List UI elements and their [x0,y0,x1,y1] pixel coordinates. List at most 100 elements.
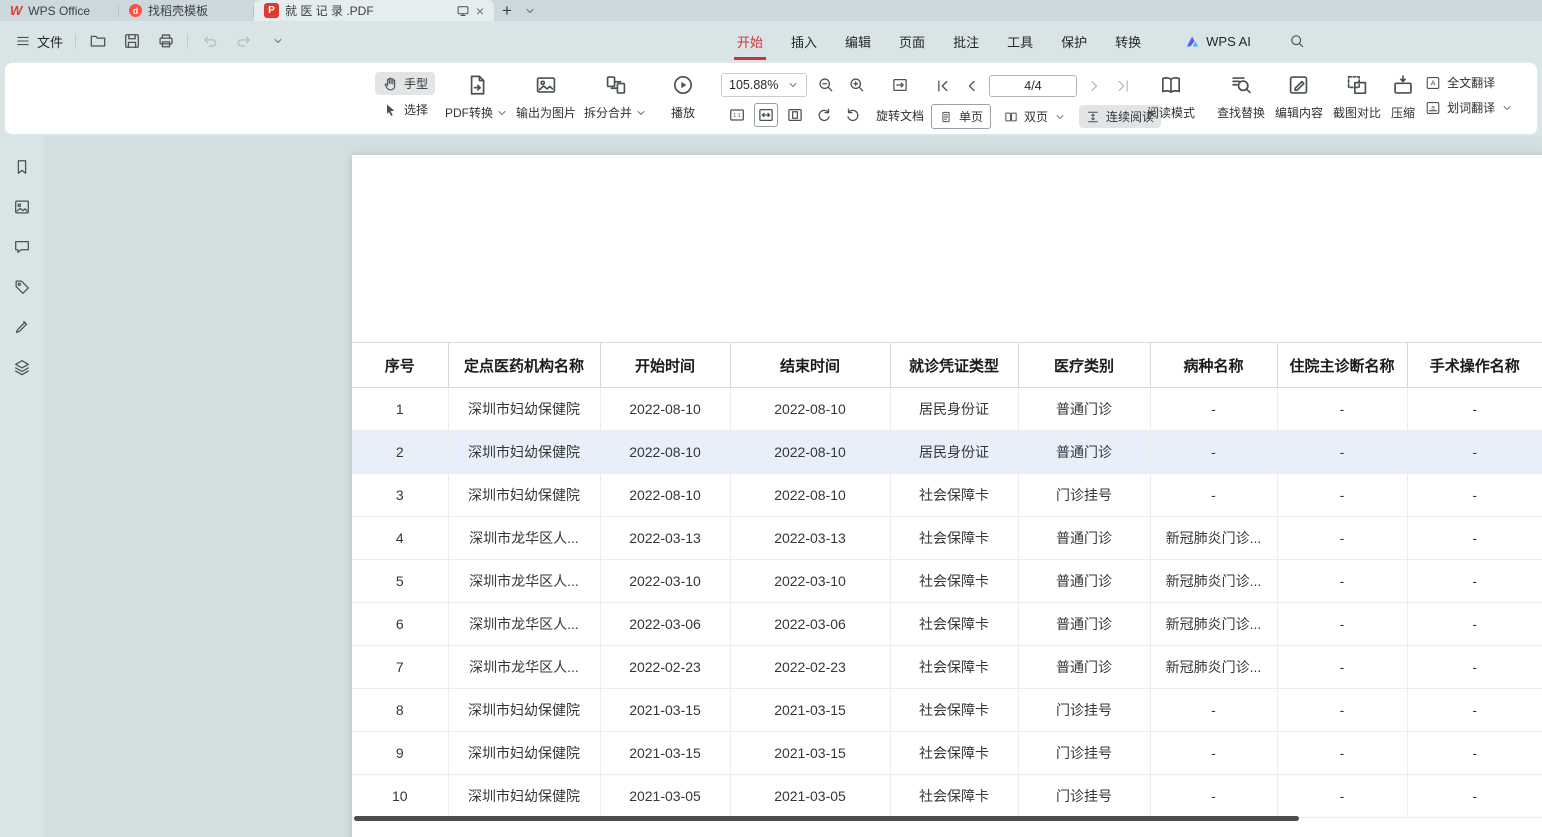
save-button[interactable] [119,29,144,54]
table-cell: - [1150,474,1277,517]
single-page-button[interactable]: 单页 [931,104,991,129]
rotate-doc-label[interactable]: 旋转文档 [876,107,924,124]
pdf-convert-button[interactable]: PDF转换 [445,63,508,121]
table-cell: 2021-03-05 [730,775,890,818]
hand-icon [382,76,398,92]
rotate-left-button[interactable] [812,103,836,127]
thumbnails-panel-button[interactable] [9,194,35,220]
table-cell: - [1150,388,1277,431]
table-cell: 社会保障卡 [890,689,1018,732]
find-replace-icon [1229,73,1253,97]
comments-panel-button[interactable] [9,234,35,260]
ribbon-tab-编辑[interactable]: 编辑 [845,21,871,61]
table-row[interactable]: 6深圳市龙华区人...2022-03-062022-03-06社会保障卡普通门诊… [352,603,1542,646]
document-area[interactable]: 序号定点医药机构名称开始时间结束时间就诊凭证类型医疗类别病种名称住院主诊断名称手… [44,136,1542,837]
find-replace-button[interactable]: 查找替换 [1217,63,1265,121]
ribbon-tab-页面[interactable]: 页面 [899,21,925,61]
chevron-down-icon [524,5,536,17]
compress-button[interactable]: 压缩 [1391,63,1415,121]
close-icon[interactable]: × [476,4,484,18]
table-cell: - [1407,431,1542,474]
table-cell: - [1150,689,1277,732]
ribbon-tab-保护[interactable]: 保护 [1061,21,1087,61]
first-page-button[interactable] [931,74,955,98]
prev-page-icon [963,77,981,95]
prev-page-button[interactable] [960,74,984,98]
ribbon-tab-工具[interactable]: 工具 [1007,21,1033,61]
wps-ai-button[interactable]: WPS AI [1185,21,1251,61]
search-icon [1289,33,1305,49]
split-merge-button[interactable]: 拆分合并 [584,63,647,121]
folder-icon [89,32,107,50]
table-row[interactable]: 8深圳市妇幼保健院2021-03-152021-03-15社会保障卡门诊挂号--… [352,689,1542,732]
fit-screen-button[interactable] [888,73,912,97]
table-row[interactable]: 3深圳市妇幼保健院2022-08-102022-08-10社会保障卡门诊挂号--… [352,474,1542,517]
new-tab-button[interactable]: + [494,0,520,21]
zoom-value: 105.88% [729,78,778,92]
table-cell: - [1277,689,1407,732]
layers-panel-button[interactable] [9,354,35,380]
fit-page-button[interactable] [783,103,807,127]
split-merge-label: 拆分合并 [584,104,632,121]
tab-document[interactable]: P 就 医 记 录 .PDF × [254,0,494,21]
screenshot-compare-button[interactable]: 截图对比 [1333,63,1381,121]
menu-divider [187,34,188,49]
double-page-button[interactable]: 双页 [997,105,1073,128]
undo-button[interactable] [197,29,222,54]
tags-panel-button[interactable] [9,274,35,300]
word-translate-button[interactable]: a 划词翻译 [1425,99,1513,116]
ribbon-tab-插入[interactable]: 插入 [791,21,817,61]
print-button[interactable] [153,29,178,54]
zoom-in-button[interactable] [845,73,869,97]
export-image-button[interactable]: 输出为图片 [516,63,576,121]
single-page-icon [939,110,953,124]
horizontal-scrollbar[interactable] [354,816,1299,821]
select-tool-button[interactable]: 选择 [375,98,435,121]
table-row[interactable]: 5深圳市龙华区人...2022-03-102022-03-10社会保障卡普通门诊… [352,560,1542,603]
redo-button[interactable] [231,29,256,54]
play-icon [671,73,695,97]
full-translate-button[interactable]: A 全文翻译 [1425,74,1513,91]
ribbon-tab-批注[interactable]: 批注 [953,21,979,61]
edit-content-button[interactable]: 编辑内容 [1275,63,1323,121]
hand-tool-button[interactable]: 手型 [375,72,435,95]
rotate-right-button[interactable] [841,103,865,127]
search-button[interactable] [1289,33,1305,49]
table-row[interactable]: 1深圳市妇幼保健院2022-08-102022-08-10居民身份证普通门诊--… [352,388,1542,431]
chevron-down-icon [787,79,799,91]
table-cell: - [1277,560,1407,603]
table-row[interactable]: 2深圳市妇幼保健院2022-08-102022-08-10居民身份证普通门诊--… [352,431,1542,474]
last-page-button[interactable] [1111,74,1135,98]
table-cell: - [1277,474,1407,517]
next-page-button[interactable] [1082,74,1106,98]
fit-width-icon [757,106,775,124]
column-header: 就诊凭证类型 [890,343,1018,388]
tab-wps-office[interactable]: W WPS Office [0,0,118,21]
file-menu-button[interactable]: 文件 [12,32,66,51]
table-row[interactable]: 10深圳市妇幼保健院2021-03-052021-03-05社会保障卡门诊挂号-… [352,775,1542,818]
actual-size-button[interactable]: 1:1 [725,103,749,127]
open-file-button[interactable] [85,29,110,54]
monitor-icon[interactable] [456,4,470,18]
table-row[interactable]: 7深圳市龙华区人...2022-02-232022-02-23社会保障卡普通门诊… [352,646,1542,689]
redo-icon [235,32,253,50]
ribbon-tab-转换[interactable]: 转换 [1115,21,1141,61]
read-mode-button[interactable]: 阅读模式 [1147,63,1195,121]
undo-history-button[interactable] [265,29,290,54]
tab-list-button[interactable] [520,0,540,21]
fit-width-button[interactable] [754,103,778,127]
play-button[interactable]: 播放 [671,63,695,121]
table-row[interactable]: 9深圳市妇幼保健院2021-03-152021-03-15社会保障卡门诊挂号--… [352,732,1542,775]
tab-label: WPS Office [28,4,90,18]
zoom-out-button[interactable] [814,73,838,97]
pdf-convert-label: PDF转换 [445,104,493,121]
pen-icon [13,318,31,336]
bookmarks-panel-button[interactable] [9,154,35,180]
tab-docer-templates[interactable]: d 找稻壳模板 [119,0,253,21]
select-tool-label: 选择 [404,101,428,118]
signature-panel-button[interactable] [9,314,35,340]
table-row[interactable]: 4深圳市龙华区人...2022-03-132022-03-13社会保障卡普通门诊… [352,517,1542,560]
zoom-level-select[interactable]: 105.88% [721,73,807,97]
page-number-input[interactable]: 4/4 [989,75,1077,97]
ribbon-tab-开始[interactable]: 开始 [737,21,763,61]
